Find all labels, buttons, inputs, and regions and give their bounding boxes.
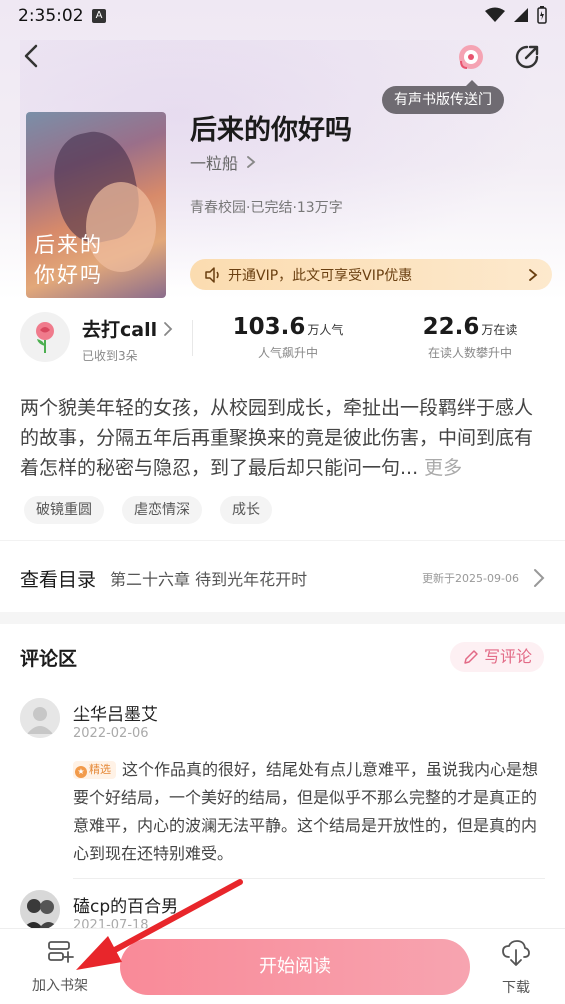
audio-book-tooltip[interactable]: 有声书版传送门 [382,80,504,114]
comment-user[interactable]: 尘华吕墨艾 [73,700,158,725]
user-avatar[interactable] [20,698,60,738]
download-button[interactable]: 下载 [488,939,544,1001]
reading-stat: 22.6 万在读 在读人数攀升中 [410,314,530,361]
comments-title: 评论区 [20,648,78,670]
share-icon [515,45,539,69]
status-icons [485,6,547,24]
latest-chapter: 第二十六章 待到光年花开时 [110,570,308,589]
book-cover[interactable]: 后来的 你好吗 [26,112,166,298]
stat-divider [192,320,193,356]
speaker-icon [205,266,219,283]
call-count: 已收到3朵 [82,349,138,363]
comment-date: 2022-02-06 [73,726,149,741]
comment-body: ★ 精选 这个作品真的很好，结尾处有点儿意难平，虽说我内心是想要个好结局，一个美好的… [73,756,543,868]
share-button[interactable] [512,42,542,72]
tag[interactable]: 破镜重圆 [24,496,104,524]
download-label: 下载 [502,980,530,996]
more-link[interactable]: 更多 [424,457,462,479]
author-link[interactable]: 一粒船 [190,150,256,174]
update-date: 更新于2025-09-06 [422,572,519,585]
wifi-icon [485,7,505,22]
bottom-action-bar: 加入书架 开始阅读 下载 [0,928,565,1004]
divider [73,878,545,879]
reading-value: 22.6 [422,314,480,340]
popularity-label: 人气飙升中 [257,346,318,360]
author-name: 一粒船 [190,154,239,173]
back-arrow-icon [24,44,38,68]
catalog-label: 查看目录 [20,568,97,591]
status-bar: 2:35:02 A [0,0,565,34]
call-button[interactable]: 去打call [82,315,173,342]
tag-list: 破镜重圆 虐恋情深 成长 [24,496,272,524]
add-to-shelf-button[interactable]: 加入书架 [20,939,100,1001]
divider [0,540,565,541]
add-to-shelf-label: 加入书架 [32,978,88,994]
write-comment-label: 写评论 [484,647,533,666]
status-notification-icon: A [92,9,106,23]
audio-book-button[interactable] [456,42,486,72]
back-button[interactable] [18,42,46,70]
chevron-right-icon [247,156,256,168]
catalog-row[interactable]: 查看目录 第二十六章 待到光年花开时 更新于2025-09-06 [20,560,545,596]
user-avatar-icon [20,890,60,930]
rose-avatar[interactable] [20,312,70,362]
user-avatar[interactable] [20,890,60,930]
featured-badge: ★ 精选 [73,761,116,779]
popularity-value: 103.6 [232,314,306,340]
start-reading-button[interactable]: 开始阅读 [120,939,470,995]
reading-label: 在读人数攀升中 [427,346,512,360]
reading-unit: 万在读 [481,323,518,337]
audio-book-icon [459,45,483,69]
signal-icon [514,8,528,22]
tag[interactable]: 虐恋情深 [122,496,202,524]
tag[interactable]: 成长 [220,496,272,524]
battery-icon [537,6,547,24]
book-title: 后来的你好吗 [190,115,352,146]
cloud-download-icon [502,940,530,966]
chevron-right-icon [529,268,538,281]
comment-text: 这个作品真的很好，结尾处有点儿意难平，虽说我内心是想要个好结局，一个美好的结局，… [73,760,539,863]
cover-title: 后来的 你好吗 [34,233,103,287]
chevron-right-icon [164,321,173,336]
popularity-unit: 万人气 [307,323,344,337]
rose-icon [36,322,54,353]
chevron-right-icon [534,569,545,587]
user-avatar-icon [20,698,60,738]
pencil-icon [464,650,478,664]
vip-banner[interactable]: 开通VIP，此文可享受VIP优惠 [190,259,552,290]
status-time: 2:35:02 [18,6,84,26]
popularity-stat: 103.6 万人气 人气飙升中 [228,314,348,361]
star-icon: ★ [75,766,87,778]
call-title: 去打call [82,319,158,341]
comment-user[interactable]: 磕cp的百合男 [73,892,178,917]
section-divider [0,612,565,624]
shelf-add-icon [48,941,74,963]
vip-banner-text: 开通VIP，此文可享受VIP优惠 [228,267,413,284]
book-meta: 青春校园·已完结·13万字 [190,200,343,216]
write-comment-button[interactable]: 写评论 [450,642,545,672]
book-description[interactable]: 两个貌美年轻的女孩，从校园到成长，牵扯出一段羁绊于感人的故事，分隔五年后再重聚换… [20,393,545,483]
